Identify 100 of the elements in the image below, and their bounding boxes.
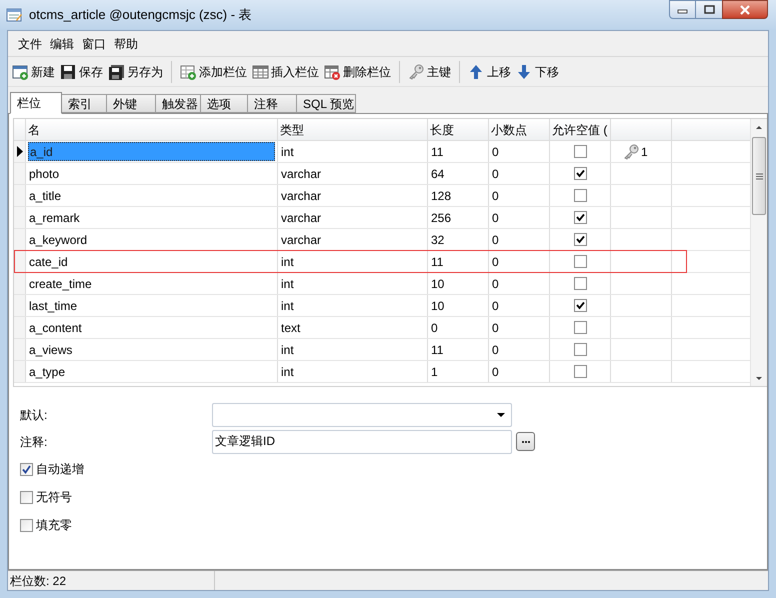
row-header[interactable] (14, 141, 26, 162)
close-button[interactable] (722, 0, 768, 19)
tab[interactable]: 选项 (200, 94, 248, 113)
checkbox-label: 无符号 (36, 489, 72, 506)
table-cell-text: 0 (492, 232, 499, 248)
insert-column-button[interactable]: 插入栏位 (251, 60, 320, 84)
new-button[interactable]: 新建 (11, 60, 56, 84)
table-cell-text: int (281, 144, 294, 160)
table-cell-text: 64 (431, 166, 444, 182)
row-pointer-icon (16, 146, 24, 157)
table-cell-text: a_keyword (28, 232, 88, 248)
key-order: 1 (641, 144, 648, 160)
field-label: 注释: (20, 434, 48, 450)
table-cell-text: 0 (492, 144, 499, 160)
minimize-button[interactable] (669, 0, 696, 19)
table-cell-text: 0 (492, 188, 499, 204)
menu-item[interactable]: 帮助 (110, 34, 142, 52)
checkbox[interactable] (574, 167, 586, 180)
checkbox[interactable] (574, 211, 586, 224)
key-icon (408, 64, 425, 80)
table-cell-text: photo (28, 166, 60, 182)
tab[interactable]: 外键 (106, 94, 156, 113)
down-arrow-icon (516, 64, 533, 80)
field-label: 默认: (20, 406, 48, 424)
table-cell-text: last_time (28, 298, 78, 314)
table-cell-text: 0 (492, 298, 499, 314)
checkbox[interactable] (20, 518, 33, 532)
column-header[interactable]: 长度 (428, 119, 489, 140)
checkbox[interactable] (574, 365, 586, 378)
table-cell-text: 0 (431, 320, 438, 336)
menu-item[interactable]: 窗口 (78, 34, 110, 52)
checkbox[interactable] (20, 490, 33, 504)
dropdown-caret-icon (497, 412, 505, 416)
table-cell-text: 11 (431, 254, 444, 270)
table-cell-text: a_views (28, 342, 74, 358)
table-cell-text: int (281, 254, 294, 270)
column-header[interactable]: 类型 (278, 119, 428, 140)
checkbox[interactable] (574, 145, 586, 158)
table-cell-text: 11 (431, 342, 444, 358)
menu-item[interactable]: 文件 (14, 34, 46, 52)
add-column-button[interactable]: 添加栏位 (179, 60, 248, 84)
comment-field[interactable]: 文章逻辑ID (212, 430, 512, 454)
up-arrow-icon (755, 125, 763, 130)
checkbox[interactable] (20, 462, 33, 476)
scroll-thumb[interactable] (752, 137, 766, 215)
table-cell-text: a_title (28, 188, 62, 204)
table-cell-text: 1 (431, 364, 438, 380)
move-down-button[interactable]: 下移 (515, 60, 560, 84)
table-cell-text: a_remark (28, 210, 81, 226)
table-cell-text: int (281, 364, 294, 380)
status-text: 栏位数: 22 (8, 571, 215, 590)
delete-column-button[interactable]: 删除栏位 (323, 60, 392, 84)
checkbox[interactable] (574, 343, 586, 356)
column-header[interactable]: 允许空值 ( (550, 119, 611, 140)
column-header[interactable]: 名 (26, 119, 278, 140)
checkbox[interactable] (574, 321, 586, 334)
table-cell-text: int (281, 342, 294, 358)
scrollbar[interactable] (750, 119, 767, 386)
primary-key-button[interactable]: 主键 (407, 60, 452, 84)
floppy-disks-icon (108, 64, 125, 80)
menu-item[interactable]: 编辑 (46, 34, 78, 52)
table-cell-text: varchar (281, 166, 322, 182)
close-icon (739, 4, 751, 14)
table-cell-text: 11 (431, 144, 444, 160)
table-cell-text: 0 (492, 276, 499, 292)
table-cell-text: 128 (431, 188, 452, 204)
save-button[interactable]: 保存 (59, 60, 104, 84)
ellipsis-button[interactable] (516, 432, 535, 451)
column-header[interactable]: 小数点 (489, 119, 550, 140)
checkbox[interactable] (574, 255, 586, 268)
table-cell-text: text (281, 320, 300, 336)
table-cell-text: varchar (281, 232, 322, 248)
checkbox[interactable] (574, 189, 586, 202)
checkbox[interactable] (574, 277, 586, 290)
table-cell-text: a_type (28, 364, 66, 380)
table-icon (6, 7, 23, 23)
window-title: otcms_article @outengcmsjc (zsc) - 表 (29, 6, 252, 24)
tab[interactable]: 注释 (247, 94, 297, 113)
key-icon (623, 144, 640, 160)
checkbox[interactable] (574, 299, 586, 312)
table-minus-icon (324, 64, 341, 80)
table-icon (252, 64, 269, 80)
tab[interactable]: SQL 预览 (296, 94, 356, 113)
table-cell-text: 256 (431, 210, 452, 226)
table-cell-text: 10 (431, 276, 444, 292)
checkbox[interactable] (574, 233, 586, 246)
table-cell-text: 0 (492, 254, 499, 270)
table-cell-text: cate_id (28, 254, 69, 270)
table-cell-text: a_content (28, 320, 83, 336)
tab[interactable]: 索引 (61, 94, 107, 113)
table-cell-text: int (281, 298, 294, 314)
table-cell-text: create_time (28, 276, 93, 292)
down-arrow-icon (755, 376, 763, 381)
move-up-button[interactable]: 上移 (467, 60, 512, 84)
tab[interactable]: 触发器 (155, 94, 201, 113)
tab[interactable]: 栏位 (10, 92, 62, 114)
maximize-button[interactable] (696, 0, 722, 19)
save-as-button[interactable]: 另存为 (107, 60, 164, 84)
table-cell-text: varchar (281, 188, 322, 204)
table-cell-text: int (281, 276, 294, 292)
